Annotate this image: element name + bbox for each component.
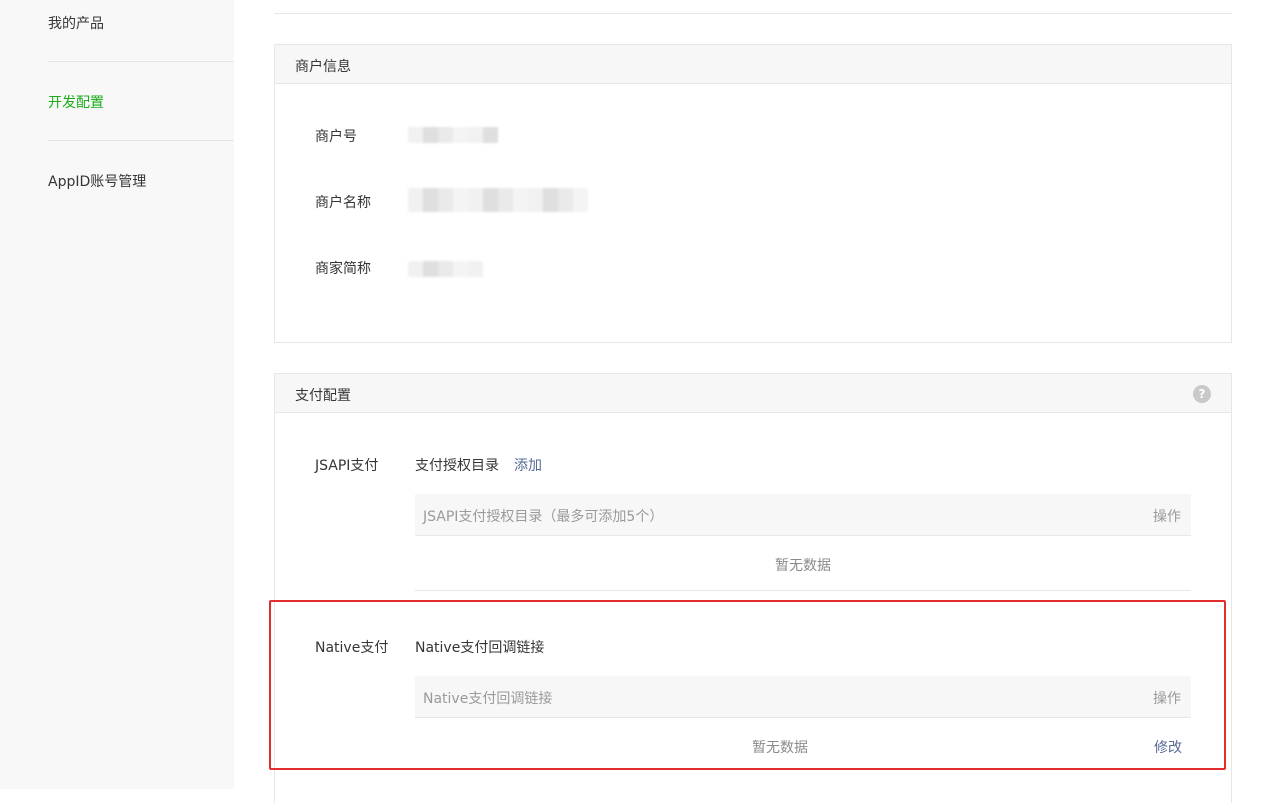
sidebar: 我的产品 开发配置 AppID账号管理 <box>0 0 234 789</box>
sidebar-divider <box>48 140 234 141</box>
payment-config-panel: 支付配置 ? JSAPI支付 支付授权目录 添加 JSAPI支付授权目录（最多可… <box>274 373 1232 803</box>
merchant-short-name-label: 商家简称 <box>315 261 371 277</box>
jsapi-table-bottom-line <box>415 590 1191 591</box>
merchant-info-header: 商户信息 <box>275 45 1231 84</box>
merchant-short-name-value-redacted <box>408 261 483 277</box>
native-callback-label: Native支付回调链接 <box>415 640 545 656</box>
help-icon[interactable]: ? <box>1193 385 1211 403</box>
native-empty-text: 暂无数据 <box>752 740 808 756</box>
native-table-col-url: Native支付回调链接 <box>423 691 553 707</box>
payment-config-header: 支付配置 ? <box>275 374 1231 413</box>
jsapi-table-col-action: 操作 <box>1153 509 1181 525</box>
jsapi-pay-label: JSAPI支付 <box>315 458 379 474</box>
native-pay-label: Native支付 <box>315 640 389 656</box>
sidebar-item-dev-config[interactable]: 开发配置 <box>48 92 104 112</box>
merchant-info-panel: 商户信息 商户号 商户名称 商家简称 <box>274 44 1232 343</box>
payment-config-title: 支付配置 <box>295 388 351 404</box>
jsapi-table-col-dir: JSAPI支付授权目录（最多可添加5个） <box>423 509 664 525</box>
merchant-name-value-redacted <box>408 188 588 212</box>
sidebar-item-appid-management[interactable]: AppID账号管理 <box>48 171 146 191</box>
jsapi-auth-dir-label: 支付授权目录 <box>415 458 499 474</box>
jsapi-add-link[interactable]: 添加 <box>514 455 542 475</box>
top-divider <box>274 13 1232 14</box>
native-edit-link[interactable]: 修改 <box>1154 737 1182 757</box>
jsapi-table-header: JSAPI支付授权目录（最多可添加5个） 操作 <box>415 494 1191 536</box>
sidebar-divider <box>48 61 234 62</box>
merchant-name-label: 商户名称 <box>315 195 371 211</box>
merchant-id-value-redacted <box>408 127 498 143</box>
native-table-header: Native支付回调链接 操作 <box>415 676 1191 718</box>
merchant-id-label: 商户号 <box>315 129 357 145</box>
jsapi-empty-text: 暂无数据 <box>775 558 831 574</box>
native-table-col-action: 操作 <box>1153 691 1181 707</box>
sidebar-item-my-products[interactable]: 我的产品 <box>48 13 104 33</box>
merchant-info-title: 商户信息 <box>295 59 351 75</box>
